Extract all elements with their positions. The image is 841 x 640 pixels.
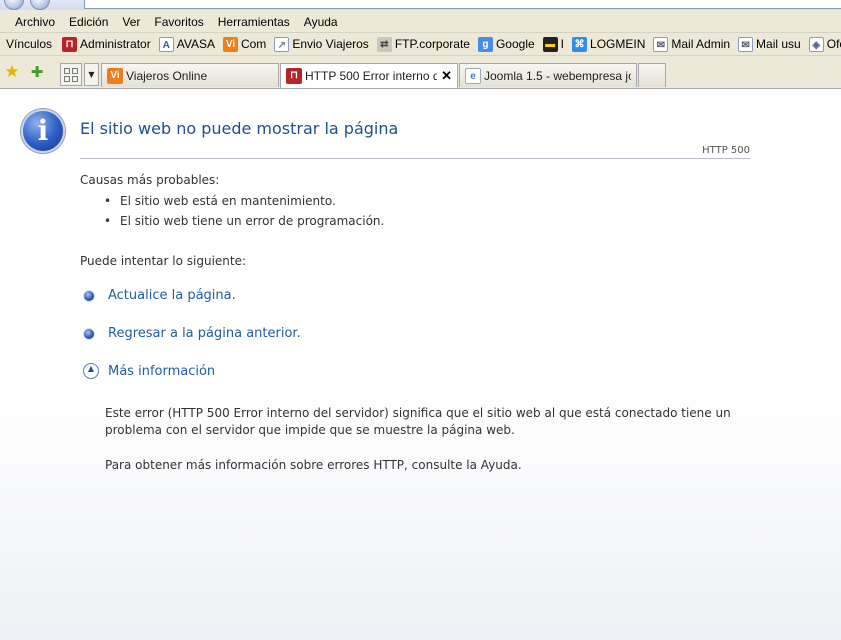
close-tab-icon[interactable]: ✕ [437, 68, 452, 84]
link-label: Com [240, 37, 267, 51]
link-label: FTP.corporate [394, 37, 470, 51]
blue-bullet-icon [83, 289, 95, 302]
menu-ver[interactable]: Ver [115, 15, 147, 29]
adobe-icon: A [158, 36, 174, 52]
tab-label: HTTP 500 Error interno d... [305, 69, 438, 83]
cause-text: El sitio web está en mantenimiento. [120, 194, 336, 208]
cause-text: El sitio web tiene un error de programac… [120, 214, 385, 228]
go-back-link[interactable]: Regresar a la página anterior. [83, 326, 301, 341]
link-i[interactable]: ▬ I [539, 36, 568, 52]
mail-page-icon: ✉ [738, 36, 754, 52]
link-label: Mail usu [756, 37, 801, 51]
address-bar[interactable] [84, 0, 841, 9]
ftp-icon: ⇄ [376, 36, 392, 52]
links-label: Vínculos [6, 37, 53, 51]
link-label: Google [495, 37, 535, 51]
action-label: Regresar a la página anterior. [108, 326, 301, 341]
menu-archivo[interactable]: Archivo [8, 15, 62, 29]
grid-square-icon [72, 76, 78, 82]
link-administrator[interactable]: ⊓ Administrator [58, 36, 155, 52]
link-label: Ofertes [826, 37, 841, 51]
menu-herramientas[interactable]: Herramientas [211, 15, 297, 29]
status-code: HTTP 500 [702, 145, 750, 156]
tab-joomla[interactable]: e Joomla 1.5 - webempresa jo... [459, 63, 637, 87]
more-info-text: Este error (HTTP 500 Error interno del s… [105, 406, 731, 437]
navigation-strip [0, 0, 841, 10]
link-label: I [560, 37, 565, 51]
link-avasa[interactable]: A AVASA [155, 36, 219, 52]
link-com[interactable]: Vi Com [219, 36, 270, 52]
grid-square-icon [72, 68, 78, 74]
title-divider [80, 158, 750, 159]
vi-icon: Vi [107, 67, 123, 84]
tab-list-dropdown[interactable]: ▼ [84, 63, 99, 86]
site-icon: ⊓ [62, 36, 78, 52]
link-label: LOGMEIN [590, 37, 646, 51]
bullet-icon: • [104, 214, 112, 228]
page-title: El sitio web no puede mostrar la página [80, 119, 399, 138]
google-icon: g [477, 36, 493, 52]
menu-favoritos[interactable]: Favoritos [147, 15, 210, 29]
grid-square-icon [64, 68, 70, 74]
tab-label: Joomla 1.5 - webempresa jo... [484, 68, 631, 83]
menu-ayuda[interactable]: Ayuda [297, 15, 345, 29]
link-label: Envio Viajeros [292, 37, 369, 51]
forward-button[interactable] [30, 0, 50, 10]
info-icon: i [21, 109, 65, 153]
logmein-icon: ⌘ [572, 36, 588, 52]
add-favorite-icon[interactable]: ✚ [27, 63, 47, 81]
bullet-icon: • [104, 194, 112, 208]
mail-icon: ✉ [653, 36, 669, 52]
list-item: • El sitio web tiene un error de programa… [104, 213, 384, 233]
list-item: • El sitio web está en mantenimiento. [104, 193, 384, 213]
ie-icon: e [465, 67, 481, 84]
tab-bar: ★ ✚ ▼ Vi Viajeros Online ⊓ HTTP 500 Erro… [0, 62, 841, 88]
error-page: i El sitio web no puede mostrar la págin… [0, 90, 841, 640]
black-card-icon: ▬ [542, 36, 558, 52]
menu-bar: Archivo Edición Ver Favoritos Herramient… [0, 12, 841, 33]
causes-list: • El sitio web está en mantenimiento. • El… [104, 193, 384, 233]
link-label: Administrator [80, 37, 151, 51]
quick-tabs-button[interactable] [60, 63, 82, 86]
page-icon: ↗ [274, 36, 290, 52]
new-tab-button[interactable] [638, 63, 666, 87]
more-info-toggle[interactable]: ▲ Más información [83, 363, 215, 379]
try-heading: Puede intentar lo siguiente: [80, 254, 247, 268]
site-icon: ⊓ [286, 68, 302, 84]
link-envio-viajeros[interactable]: ↗ Envio Viajeros [270, 36, 373, 52]
favorites-star-icon[interactable]: ★ [3, 63, 21, 81]
action-label: Más información [108, 363, 216, 379]
causes-heading: Causas más probables: [80, 173, 220, 187]
link-label: Mail Admin [671, 37, 731, 51]
refresh-page-link[interactable]: Actualice la página. [83, 288, 236, 303]
menu-edicion[interactable]: Edición [62, 15, 115, 29]
tab-http-500-error[interactable]: ⊓ HTTP 500 Error interno d... ✕ [280, 63, 458, 88]
chevron-up-icon: ▲ [83, 363, 99, 379]
link-mail-usu[interactable]: ✉ Mail usu [734, 36, 805, 52]
help-text: Para obtener más información sobre error… [105, 458, 522, 472]
vi-icon: Vi [222, 36, 238, 52]
tab-label: Viajeros Online [126, 68, 208, 83]
link-label: AVASA [176, 37, 215, 51]
link-google[interactable]: g Google [474, 36, 539, 52]
link-ofertes[interactable]: ◈Ofertes [805, 36, 841, 52]
links-bar: Vínculos ⊓ Administrator A AVASA Vi Com ↗ En… [0, 33, 841, 56]
action-label: Actualice la página. [108, 288, 236, 303]
tab-viajeros-online[interactable]: Vi Viajeros Online [101, 63, 279, 87]
blue-bullet-icon [83, 327, 95, 340]
grid-square-icon [64, 76, 70, 82]
link-ftp-corporate[interactable]: ⇄ FTP.corporate [373, 36, 474, 52]
back-button[interactable] [4, 0, 24, 10]
link-logmein[interactable]: ⌘ LOGMEIN [568, 36, 649, 52]
link-mail-admin[interactable]: ✉ Mail Admin [649, 36, 734, 52]
browser-chrome: Archivo Edición Ver Favoritos Herramient… [0, 0, 841, 89]
offer-icon: ◈ [808, 36, 824, 52]
